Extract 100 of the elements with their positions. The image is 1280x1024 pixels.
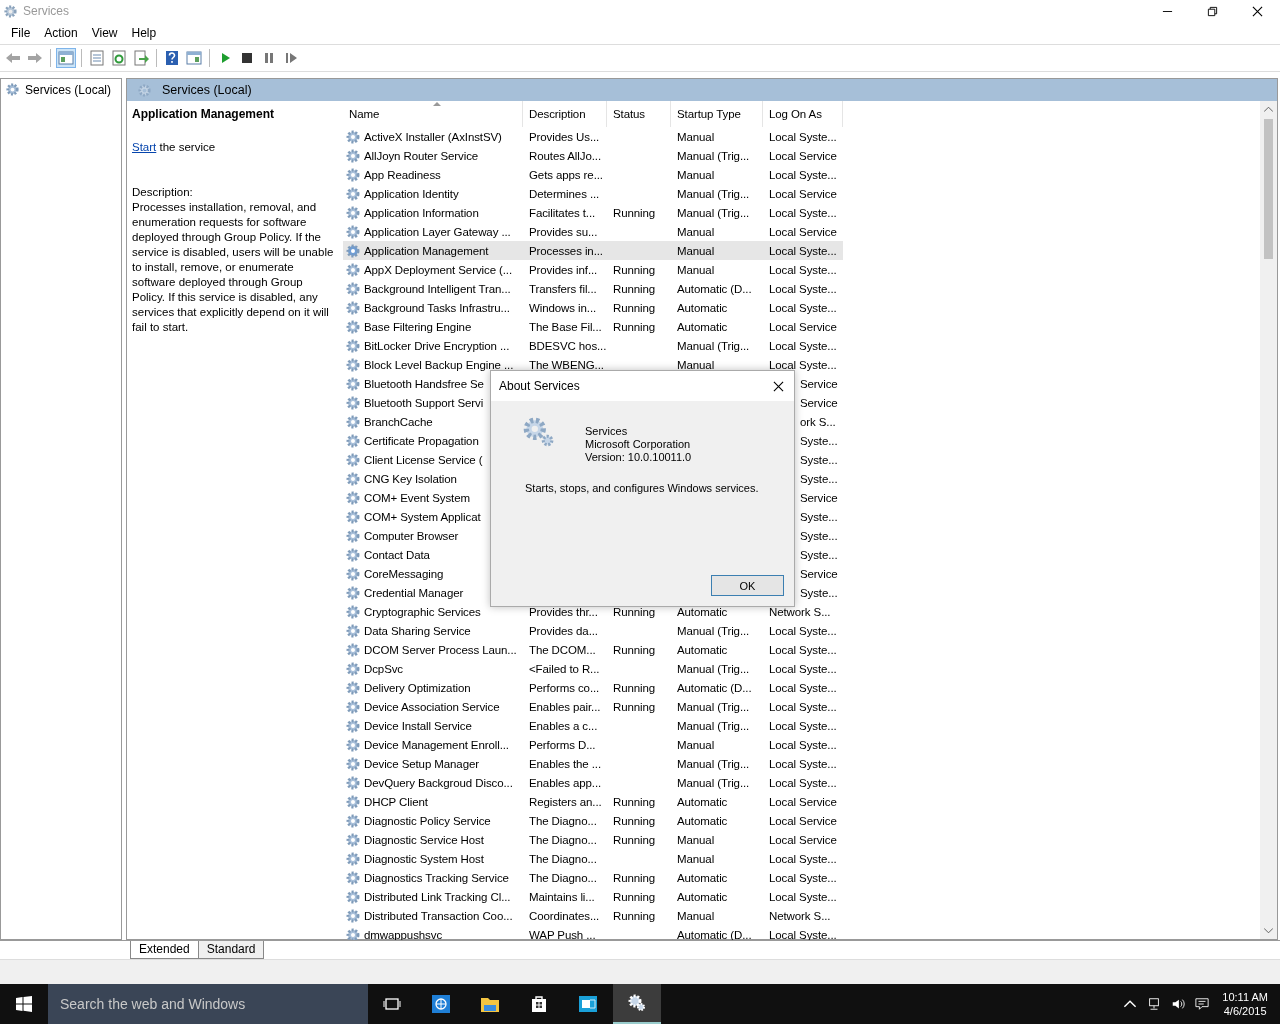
table-cell-text: Running (612, 908, 657, 924)
service-name: Bluetooth Handsfree Se (364, 377, 484, 390)
name-cell[interactable]: CNG Key Isolation (343, 469, 523, 488)
clock-date[interactable]: 4/6/2015 (1223, 1004, 1267, 1018)
column-header[interactable]: Name (343, 101, 523, 127)
service-name: Bluetooth Support Servi (364, 396, 484, 409)
services-taskbar-button[interactable] (613, 984, 661, 1024)
name-cell[interactable]: Application Information (343, 203, 523, 222)
table-cell-text: Running (612, 870, 657, 886)
table-cell-text: The Diagno... (528, 832, 598, 848)
actionpane-button[interactable] (184, 48, 204, 68)
speaker-icon[interactable] (1171, 997, 1186, 1011)
tree-item[interactable]: Services (Local) (1, 79, 121, 100)
name-cell[interactable]: DevQuery Backgroud Disco... (343, 773, 523, 792)
menu-item[interactable]: Action (37, 24, 85, 42)
table-cell-text: Performs co... (528, 680, 601, 696)
name-cell[interactable]: DcpSvc (343, 659, 523, 678)
name-cell[interactable]: Bluetooth Support Servi (343, 393, 523, 412)
name-cell[interactable]: Distributed Transaction Coo... (343, 906, 523, 925)
name-cell[interactable]: DCOM Server Process Laun... (343, 640, 523, 659)
table-cell-text: Local Syste... (768, 300, 838, 316)
name-cell[interactable]: Background Tasks Infrastru... (343, 298, 523, 317)
name-cell[interactable]: ActiveX Installer (AxInstSV) (343, 127, 523, 146)
clock-time[interactable]: 10:11 AM (1222, 990, 1268, 1004)
name-cell[interactable]: AllJoyn Router Service (343, 146, 523, 165)
name-cell[interactable]: Contact Data (343, 545, 523, 564)
name-cell[interactable]: Client License Service ( (343, 450, 523, 469)
name-cell[interactable]: Computer Browser (343, 526, 523, 545)
name-cell[interactable]: Block Level Backup Engine ... (343, 355, 523, 374)
store-icon (529, 994, 549, 1014)
name-cell[interactable]: Application Management (343, 241, 523, 260)
table-cell-text: Gets apps re... (528, 167, 604, 183)
network-icon[interactable] (1147, 997, 1162, 1011)
column-header[interactable]: Log On As (763, 101, 843, 127)
product-name: Services (585, 425, 629, 438)
name-cell[interactable]: App Readiness (343, 165, 523, 184)
table-cell-text: Enables app... (528, 775, 603, 791)
refresh-button[interactable] (109, 48, 129, 68)
menu-item[interactable]: View (84, 24, 125, 42)
service-name: Distributed Transaction Coo... (364, 909, 513, 922)
column-header[interactable]: Description (523, 101, 607, 127)
name-cell[interactable]: Background Intelligent Tran... (343, 279, 523, 298)
name-cell[interactable]: BranchCache (343, 412, 523, 431)
ok-button[interactable]: OK (711, 575, 784, 596)
table-cell-text: The Diagno... (528, 851, 598, 867)
name-cell[interactable]: Diagnostic System Host (343, 849, 523, 868)
service-name: App Readiness (364, 168, 441, 181)
name-cell[interactable]: Diagnostic Policy Service (343, 811, 523, 830)
view-tab[interactable]: Standard (197, 941, 265, 959)
name-cell[interactable]: AppX Deployment Service (... (343, 260, 523, 279)
gear-icon (345, 793, 361, 810)
name-cell[interactable]: Diagnostics Tracking Service (343, 868, 523, 887)
close-icon[interactable] (773, 380, 784, 392)
view-tab[interactable]: Extended (130, 941, 199, 959)
name-cell[interactable]: Base Filtering Engine (343, 317, 523, 336)
menu-item[interactable]: Help (124, 24, 164, 42)
table-cell-text: <Failed to R... (528, 661, 601, 677)
name-cell[interactable]: Device Management Enroll... (343, 735, 523, 754)
tree-button[interactable] (56, 48, 76, 68)
column-header[interactable]: Status (607, 101, 671, 127)
name-cell[interactable]: Data Sharing Service (343, 621, 523, 640)
browser-icon (431, 994, 451, 1014)
menu-item[interactable]: File (4, 24, 38, 42)
name-cell[interactable]: Application Identity (343, 184, 523, 203)
name-cell[interactable]: Distributed Link Tracking Cl... (343, 887, 523, 906)
table-cell-text: Provides da... (528, 623, 599, 639)
table-cell-text: Syste... (799, 452, 839, 468)
notification-icon[interactable] (1195, 997, 1210, 1011)
scrollbar[interactable] (1260, 101, 1277, 939)
scrollbar-thumb[interactable] (1264, 119, 1273, 259)
service-name: Contact Data (364, 548, 430, 561)
name-cell[interactable]: BitLocker Drive Encryption ... (343, 336, 523, 355)
name-cell[interactable]: Credential Manager (343, 583, 523, 602)
name-cell[interactable]: Device Setup Manager (343, 754, 523, 773)
service-name: Distributed Link Tracking Cl... (364, 890, 511, 903)
start-link[interactable]: Start (132, 141, 157, 153)
name-cell[interactable]: DHCP Client (343, 792, 523, 811)
name-cell[interactable]: Device Association Service (343, 697, 523, 716)
close-icon[interactable] (1252, 5, 1263, 17)
table-cell-text: Local Service (768, 186, 838, 202)
name-cell[interactable]: Diagnostic Service Host (343, 830, 523, 849)
gear-icon (345, 204, 361, 221)
name-cell[interactable]: COM+ Event System (343, 488, 523, 507)
description-label: Description: (132, 185, 194, 200)
table-cell-text: Provides Us... (528, 129, 601, 145)
name-cell[interactable]: Delivery Optimization (343, 678, 523, 697)
table-cell-text: Syste... (799, 471, 839, 487)
column-header[interactable]: Startup Type (671, 101, 763, 127)
export-button[interactable] (131, 48, 151, 68)
name-cell[interactable]: CoreMessaging (343, 564, 523, 583)
search-field[interactable]: Search the web and Windows (48, 984, 368, 1024)
name-cell[interactable]: Device Install Service (343, 716, 523, 735)
name-cell[interactable]: Cryptographic Services (343, 602, 523, 621)
restore-icon[interactable] (1207, 5, 1218, 17)
name-cell[interactable]: COM+ System Applicat (343, 507, 523, 526)
service-name: BranchCache (364, 415, 433, 428)
name-cell[interactable]: Certificate Propagation (343, 431, 523, 450)
service-name: ActiveX Installer (AxInstSV) (364, 130, 502, 143)
name-cell[interactable]: Application Layer Gateway ... (343, 222, 523, 241)
table-cell-text: Syste... (799, 433, 839, 449)
